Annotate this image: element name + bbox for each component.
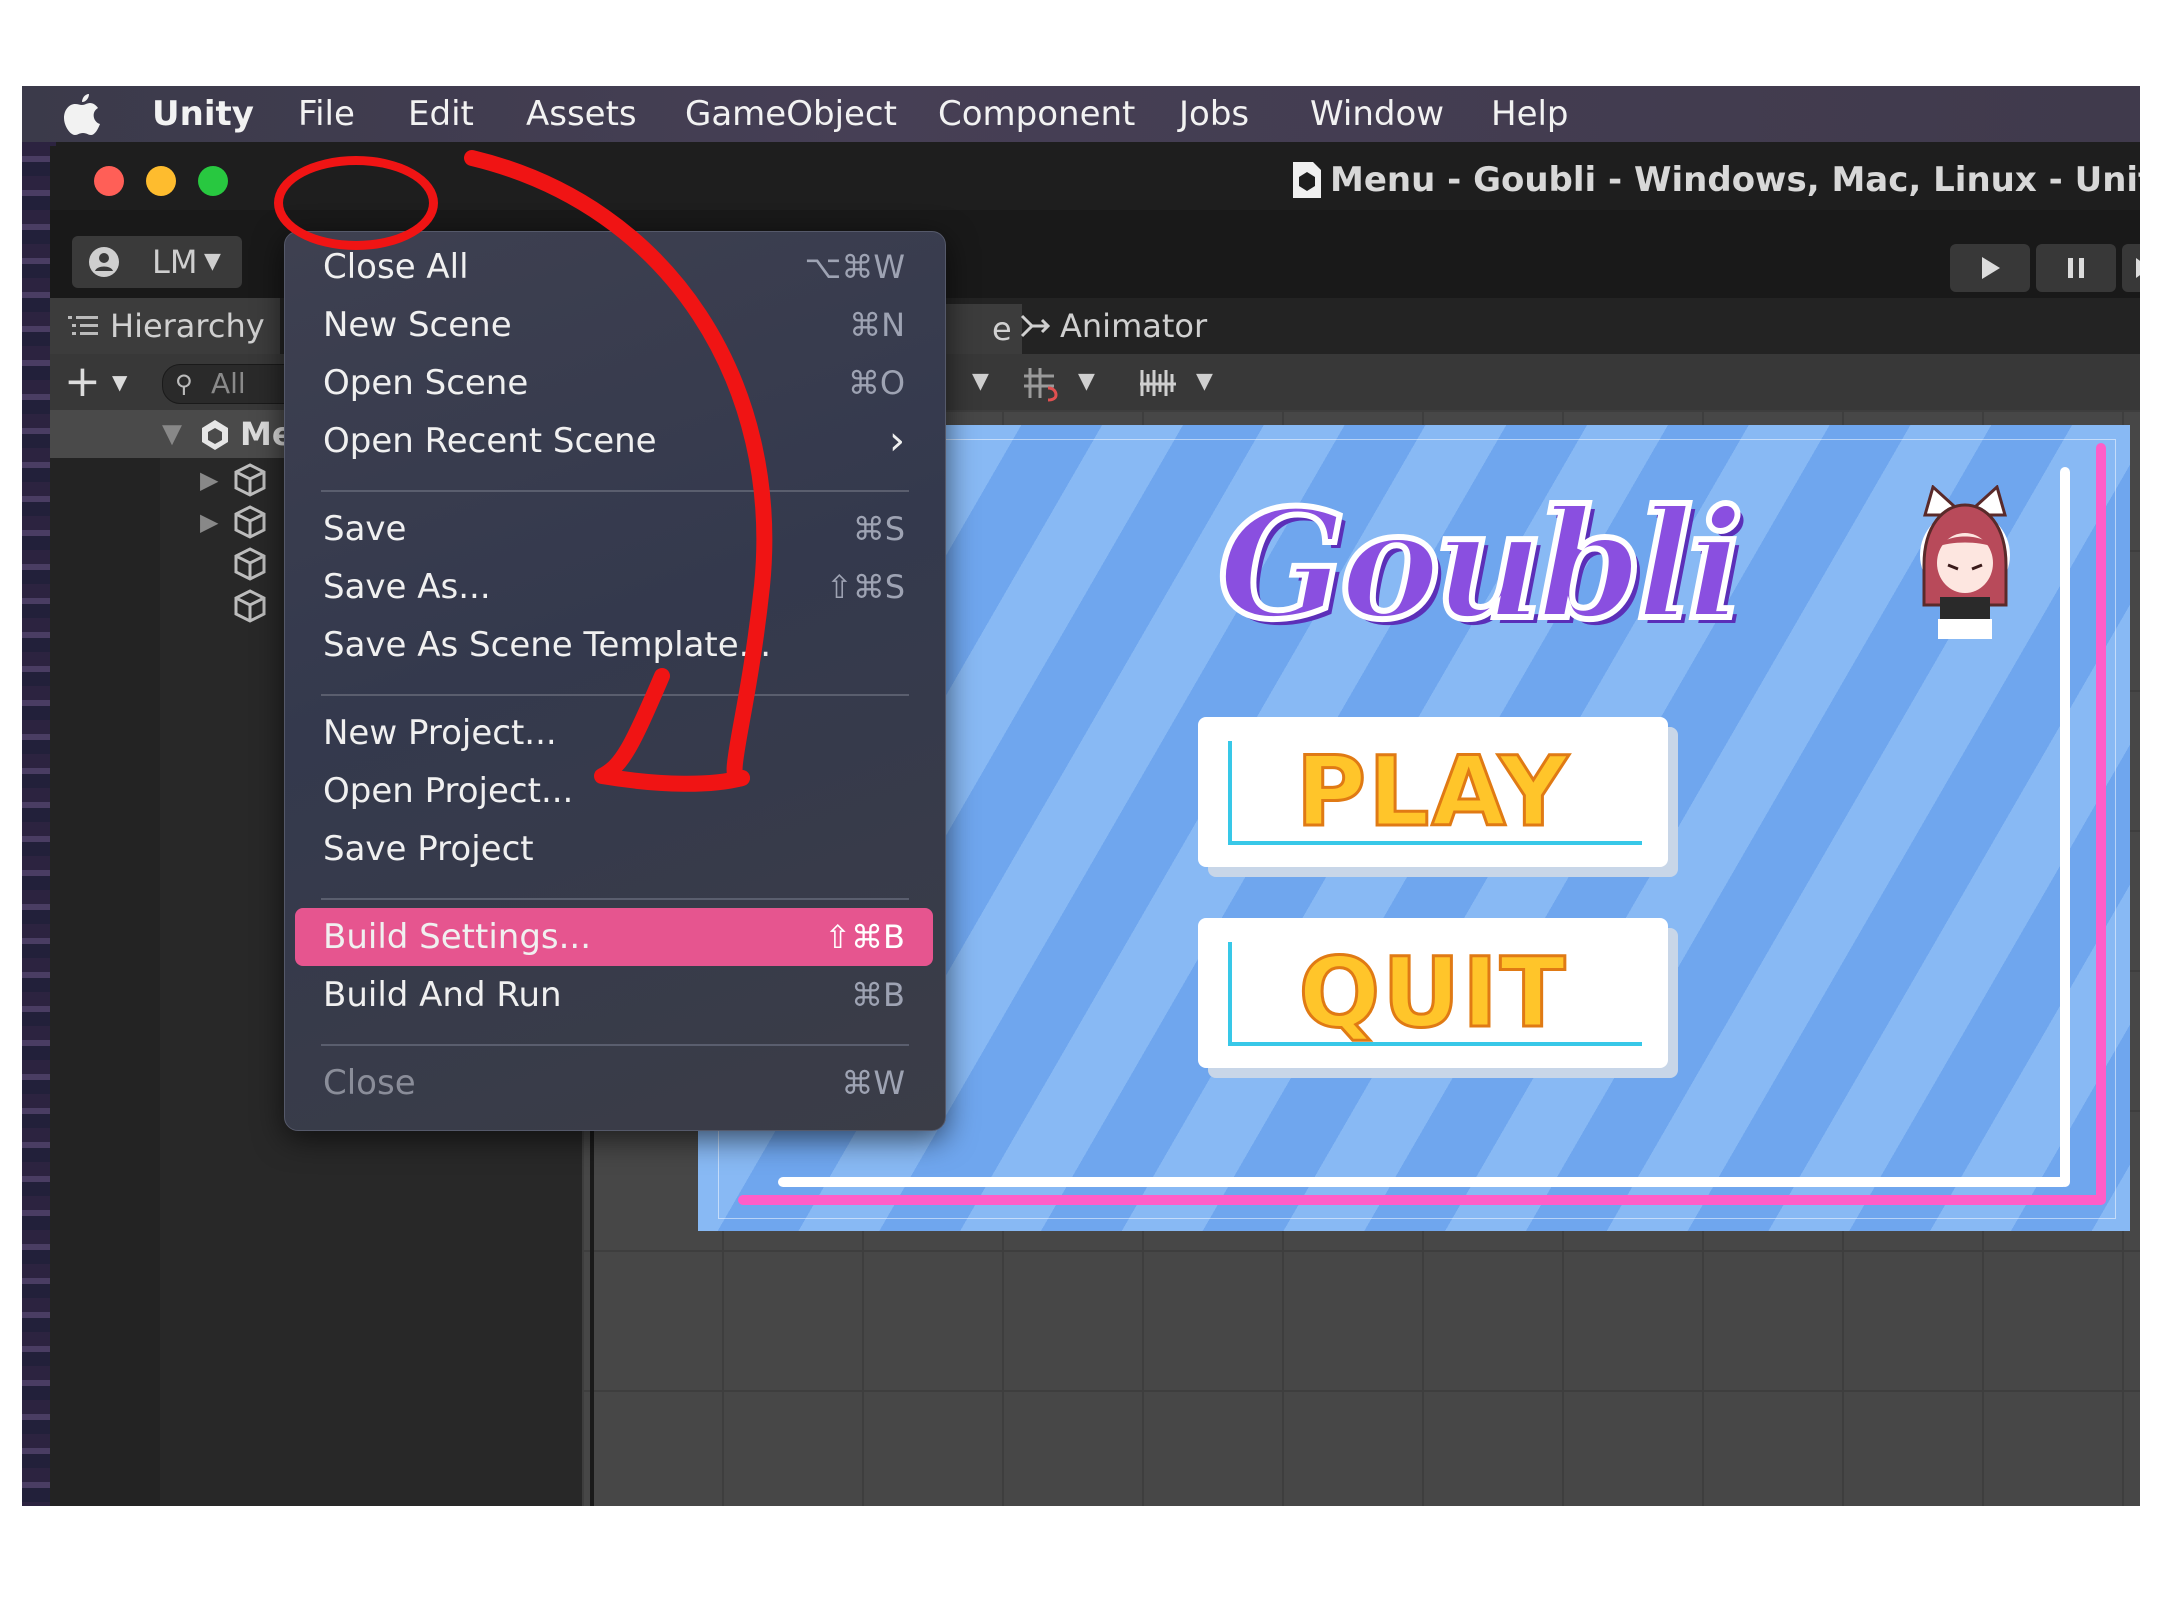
screenshot-frame: Unity File Edit Assets GameObject Compon… (22, 86, 2140, 1506)
red-arrow-annotation (464, 150, 773, 792)
